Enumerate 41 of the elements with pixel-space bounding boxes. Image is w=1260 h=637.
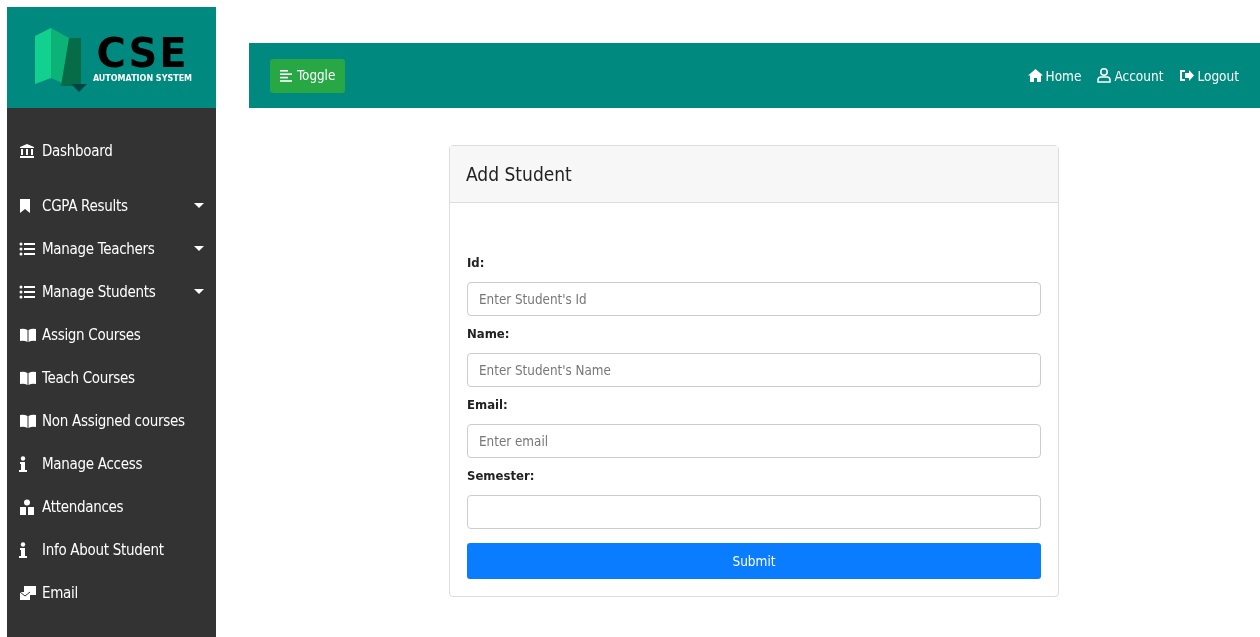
submit-button[interactable]: Submit <box>467 543 1041 579</box>
field-label: Semester: <box>467 468 536 483</box>
sidebar-item[interactable]: Non Assigned courses <box>7 399 216 442</box>
sidebar-item[interactable]: CGPA Results <box>7 184 216 227</box>
sidebar-item[interactable]: Manage Students <box>7 270 216 313</box>
logo-title: CSE <box>96 32 189 73</box>
bank-icon <box>19 143 35 159</box>
book-icon <box>19 327 37 342</box>
nav-link[interactable]: Account <box>1097 67 1164 84</box>
logo-subtitle: AUTOMATION SYSTEM <box>92 74 193 83</box>
info-icon <box>19 455 27 472</box>
home-icon <box>1027 69 1043 82</box>
input-field[interactable]: Enter Student's Name <box>467 353 1041 387</box>
sidebar-item[interactable]: Info About Student <box>7 528 216 571</box>
mail-icon <box>19 584 37 601</box>
sign-out-icon <box>1179 69 1195 82</box>
list-icon <box>19 284 35 299</box>
field-label: Name: <box>467 326 511 341</box>
sidebar-item[interactable]: Manage Access <box>7 442 216 485</box>
info-icon <box>19 541 27 558</box>
card-title: Add Student <box>450 146 1058 203</box>
sidebar-item[interactable]: Attendances <box>7 485 216 528</box>
input-field[interactable]: Enter Student's Id <box>467 282 1041 316</box>
sidebar-item[interactable]: Dashboard <box>7 134 216 168</box>
menu-icon <box>280 69 293 82</box>
sidebar-item[interactable]: Manage Teachers <box>7 227 216 270</box>
book-icon <box>19 370 37 385</box>
nav-link[interactable]: Logout <box>1179 67 1239 84</box>
list-icon <box>19 241 35 256</box>
person-icon <box>19 498 35 515</box>
sidebar-item[interactable]: Teach Courses <box>7 356 216 399</box>
field-label: Id: <box>467 255 486 270</box>
input-field[interactable] <box>467 495 1041 529</box>
user-icon <box>1097 68 1112 83</box>
field-label: Email: <box>467 397 509 412</box>
sidebar-item[interactable]: Email <box>7 571 216 614</box>
input-field[interactable]: Enter email <box>467 424 1041 458</box>
bookmark-icon <box>19 197 31 214</box>
sidebar-item[interactable]: Assign Courses <box>7 313 216 356</box>
book-icon <box>19 413 37 428</box>
nav-link[interactable]: Home <box>1027 67 1082 84</box>
